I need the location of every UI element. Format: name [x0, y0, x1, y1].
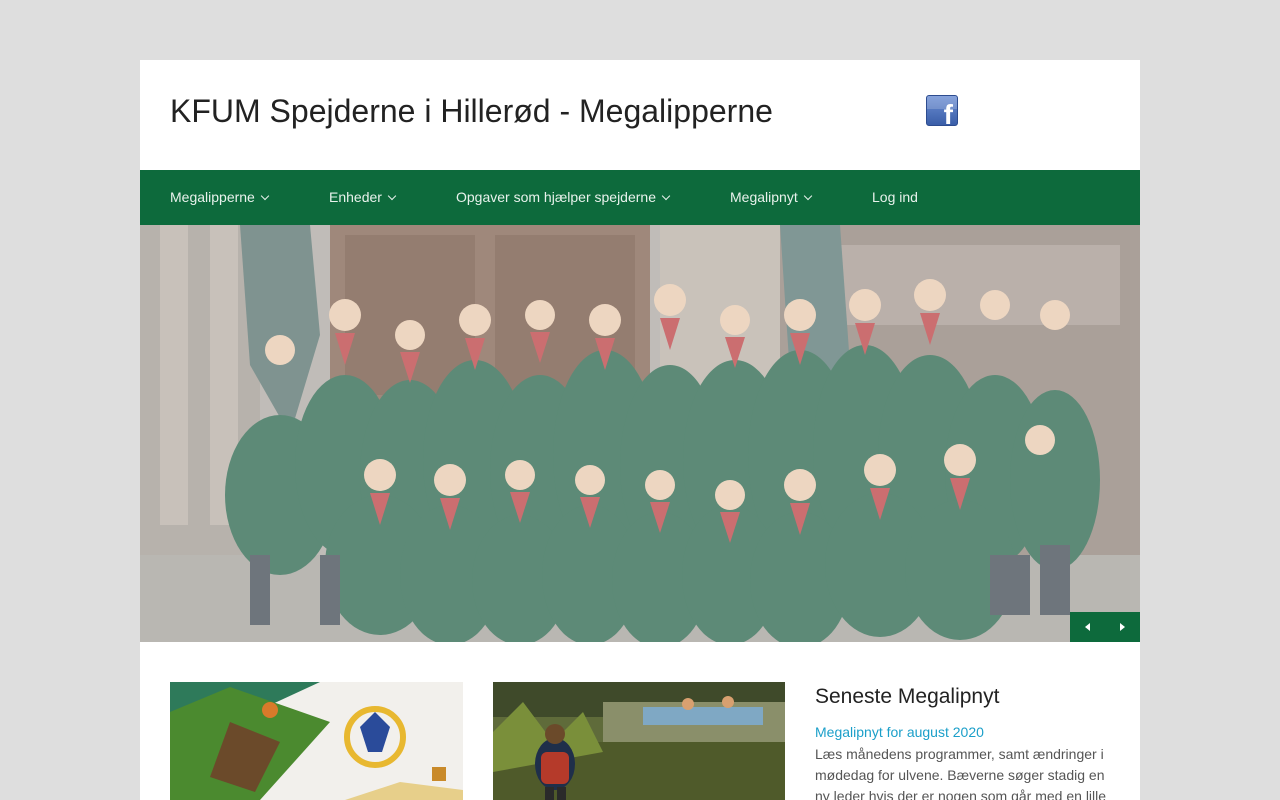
nav-item-megalipperne[interactable]: Megalipperne: [170, 170, 270, 225]
lake-thumbnail[interactable]: [493, 682, 785, 800]
news-heading: Seneste Megalipnyt: [815, 685, 1000, 708]
nav-item-label: Opgaver som hjælper spejderne: [456, 189, 656, 205]
page-container: KFUM Spejderne i Hillerød - Megalipperne…: [140, 60, 1140, 800]
site-header: KFUM Spejderne i Hillerød - Megalipperne…: [140, 60, 1140, 170]
nav-item-log-ind[interactable]: Log ind: [872, 170, 918, 225]
nav-item-megalipnyt[interactable]: Megalipnyt: [730, 170, 812, 225]
cake-thumbnail[interactable]: [170, 682, 463, 800]
chevron-down-icon: [803, 191, 812, 201]
chevron-down-icon: [387, 191, 397, 201]
facebook-icon[interactable]: f: [926, 95, 958, 126]
nav-item-label: Enheder: [329, 189, 382, 205]
slider-prev-button[interactable]: [1070, 612, 1105, 642]
hero-slider[interactable]: [140, 225, 1140, 642]
main-navigation: Megalipperne Enheder Opgaver som hjælper…: [140, 170, 1140, 225]
news-item-link[interactable]: Megalipnyt for august 2020: [815, 724, 1110, 740]
nav-item-label: Megalipnyt: [730, 189, 798, 205]
slider-next-button[interactable]: [1105, 612, 1140, 642]
site-title[interactable]: KFUM Spejderne i Hillerød - Megalipperne: [170, 93, 773, 130]
nav-item-opgaver[interactable]: Opgaver som hjælper spejderne: [456, 170, 671, 225]
chevron-down-icon: [260, 191, 270, 201]
facebook-letter: f: [943, 99, 953, 126]
child-by-lake-image: [493, 682, 785, 800]
scout-cake-image: [170, 682, 463, 800]
image-veil: [140, 225, 1140, 642]
nav-item-label: Log ind: [872, 189, 918, 205]
news-item-excerpt: Læs månedens programmer, samt ændringer …: [815, 746, 1107, 800]
chevron-down-icon: [661, 191, 671, 201]
latest-news: Seneste Megalipnyt Megalipnyt for august…: [815, 682, 1110, 800]
arrow-right-icon: [1120, 623, 1125, 631]
nav-item-enheder[interactable]: Enheder: [329, 170, 397, 225]
nav-item-label: Megalipperne: [170, 189, 255, 205]
arrow-left-icon: [1085, 623, 1090, 631]
